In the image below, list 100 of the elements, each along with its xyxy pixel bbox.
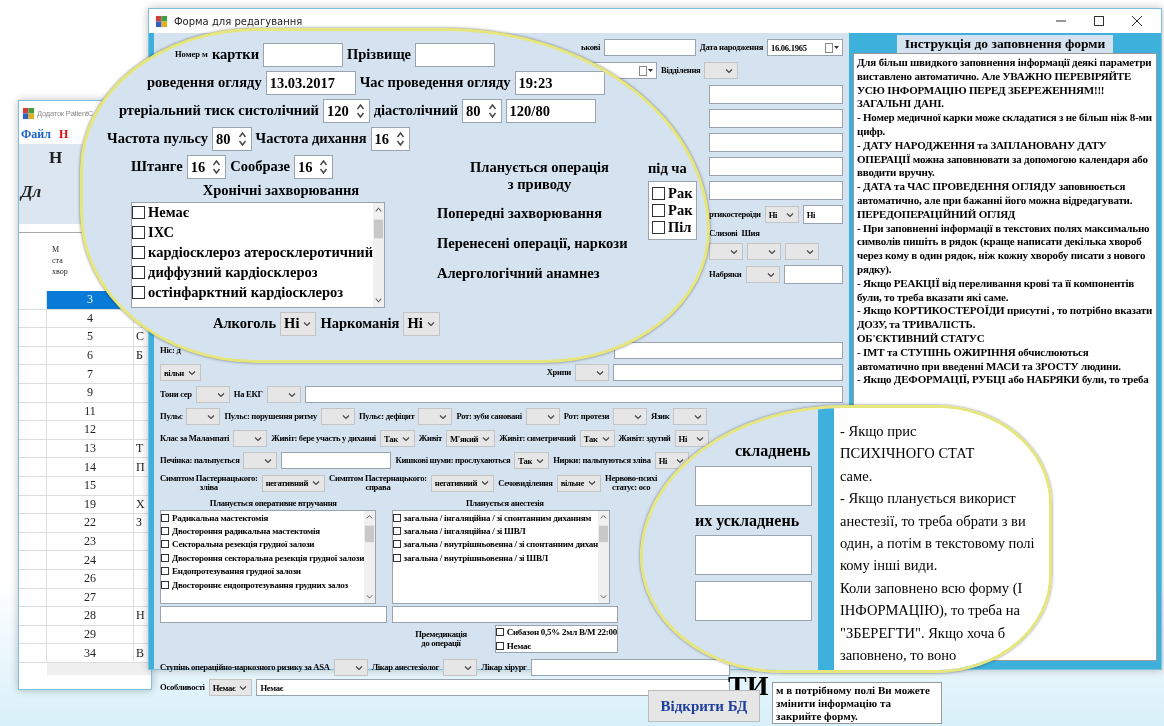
dropdown[interactable]: Так bbox=[514, 452, 550, 469]
checkbox-list[interactable]: Рак Рак Піл bbox=[648, 180, 697, 240]
instruction-text: анестезії, то треба обрати з ви bbox=[840, 511, 1027, 531]
field-label: Симптом Пастернацького: зліва bbox=[160, 474, 258, 493]
checkbox-label: Двостороння секторальна резекція грудної залози bbox=[172, 552, 365, 563]
dropdown[interactable]: Ні bbox=[403, 311, 440, 336]
checkbox-list[interactable]: Сибазон 0,5% 2мл В/М 22:00 Немає bbox=[494, 624, 618, 654]
checkbox-label: Секторальна резекція грудної залози bbox=[172, 539, 315, 550]
dropdown[interactable]: Ні bbox=[674, 430, 709, 447]
spin-field[interactable]: 16 bbox=[370, 127, 411, 151]
table-cell[interactable]: 7 bbox=[46, 365, 134, 383]
field-label: Сечовиділення bbox=[498, 478, 553, 489]
checkbox-list[interactable]: загальна / інгаляційна / зі спонтанним диханням загальна / інгаляційна / зі ШВЛ загальна / внутрішньовенна / зі спонтанним дихан загальна / внутрішньовенна / зі ШВЛ bbox=[391, 509, 610, 604]
dropdown[interactable]: вільне bbox=[556, 474, 601, 492]
section-heading: Планується операція з приводу bbox=[469, 159, 610, 193]
dropdown[interactable]: Ні bbox=[280, 311, 317, 336]
field-label: Слизові bbox=[709, 229, 738, 239]
text-area[interactable]: Ні bbox=[802, 205, 843, 224]
table-cell[interactable]: 14 bbox=[46, 458, 134, 476]
page-heading: Н bbox=[49, 148, 63, 168]
menu-item[interactable]: Файл bbox=[21, 127, 51, 142]
field-label: Алкоголь bbox=[213, 315, 277, 332]
field-label: Живіт: бере участь у диханні bbox=[271, 433, 376, 444]
instruction-text: - ДАТА та ЧАС ПРОВЕДЕННЯ ОГЛЯДУ заповнюється автоматично, але при бажанні його можна відредагувати. bbox=[857, 180, 1134, 208]
text-field[interactable]: 13.03.2017 bbox=[265, 71, 356, 95]
checkbox-label: Двостороннє ендопротезування грудних залоз bbox=[172, 579, 348, 590]
checkbox-label: кардіосклероз атеросклеротичний bbox=[148, 244, 373, 262]
dropdown[interactable]: Так bbox=[379, 430, 415, 447]
text-field[interactable]: 19:23 bbox=[514, 71, 605, 95]
window-title: Форма для редагування bbox=[174, 15, 303, 27]
instruction-text: - При заповненні інформації в текстових полях максимально символів пишіть в рядок (краще написати декілька хвороб через кому в один рядок, ніж кожну хворобу писати з нового рядку). bbox=[857, 221, 1151, 277]
spin-field[interactable]: 16 bbox=[186, 155, 227, 179]
dropdown[interactable]: негативний bbox=[261, 474, 326, 492]
text-field[interactable]: 120/80 bbox=[505, 99, 596, 123]
instruction-text: Коли заповнено всю форму (І bbox=[840, 578, 1024, 598]
checkbox-label: диффузний кардіосклероз bbox=[148, 264, 318, 282]
table-cell-text: Б bbox=[135, 347, 144, 365]
page-subheading: Дл bbox=[21, 182, 42, 202]
instruction-text: один, а потім в текстовому полі bbox=[840, 534, 1036, 554]
spin-field[interactable]: 80 bbox=[212, 127, 252, 151]
field-label: Ніс: д bbox=[160, 345, 181, 356]
section-heading: Планується оперативне втручання bbox=[208, 498, 338, 508]
spin-field[interactable]: 80 bbox=[462, 99, 502, 123]
checkbox-label: Двостороння радикальна мастектомія bbox=[172, 526, 320, 536]
checkbox-label: ІХС bbox=[148, 224, 175, 242]
table-cell[interactable]: 22 bbox=[46, 514, 134, 532]
dropdown[interactable]: негативний bbox=[430, 474, 495, 492]
table-cell[interactable]: 19 bbox=[46, 495, 134, 514]
field-label: роведення огляду bbox=[147, 75, 262, 91]
dropdown[interactable]: М'який bbox=[446, 430, 496, 447]
table-cell[interactable]: 27 bbox=[46, 588, 134, 607]
table-cell-text: В bbox=[135, 644, 145, 662]
field-label: картки bbox=[211, 47, 259, 63]
hint-text: м в потрібному полі Ви можете змінити інформацію та закрийте форму. bbox=[772, 682, 942, 724]
table-cell[interactable]: 29 bbox=[46, 625, 134, 644]
field-label: Особливості bbox=[160, 683, 205, 693]
table-cell[interactable]: 15 bbox=[46, 476, 134, 495]
instruction-text: ПСИХІЧНОГО СТАТ bbox=[840, 444, 976, 464]
checkbox-list[interactable]: Немає ІХС кардіосклероз атеросклеротичний диффузний кардіосклероз остінфарктний кардіосклероз bbox=[131, 201, 385, 308]
dropdown[interactable]: вільн bbox=[160, 364, 201, 381]
dropdown[interactable]: Немає bbox=[208, 679, 253, 697]
table-cell[interactable]: 11 bbox=[46, 402, 134, 421]
table-cell-text: Н bbox=[135, 607, 146, 625]
field-label: Прізвище bbox=[347, 47, 412, 63]
table-cell[interactable]: 23 bbox=[46, 532, 134, 551]
table-cell[interactable]: 26 bbox=[46, 569, 134, 588]
field-label: Пульс: порушення ритму bbox=[224, 411, 317, 422]
table-cell[interactable]: 34 bbox=[46, 644, 134, 662]
table-cell[interactable]: 12 bbox=[46, 421, 134, 439]
field-label: Хрипи bbox=[546, 367, 571, 378]
table-cell-text: Т bbox=[135, 440, 145, 458]
field-label: складнень bbox=[735, 442, 811, 460]
table-cell-text: Х bbox=[135, 495, 146, 513]
date-picker[interactable]: 16.06.1965 bbox=[767, 39, 843, 56]
instruction-text: саме. bbox=[840, 466, 874, 486]
field-label: ртеріальний тиск систолічний bbox=[119, 103, 319, 119]
spin-field[interactable]: 16 bbox=[293, 155, 334, 179]
dropdown[interactable]: Ні bbox=[654, 452, 689, 469]
open-database-button[interactable]: Відкрити БД bbox=[648, 690, 760, 722]
checkbox-label: Немає bbox=[148, 204, 190, 222]
table-cell[interactable]: 9 bbox=[46, 383, 134, 402]
table-cell[interactable]: 5 bbox=[46, 328, 134, 346]
table-cell[interactable]: 24 bbox=[46, 551, 134, 569]
spin-field[interactable]: 120 bbox=[322, 99, 370, 123]
dropdown[interactable]: Так bbox=[579, 430, 615, 447]
table-cell[interactable]: 28 bbox=[46, 607, 134, 625]
field-label: Рот: протези bbox=[563, 411, 610, 422]
field-label: ртикостероїди bbox=[709, 209, 761, 220]
field-label: Перенесені операції, наркози bbox=[437, 236, 628, 253]
table-cell-text: С bbox=[135, 328, 145, 346]
checkbox-label: загальна / інгаляційна / зі спонтанним диханням bbox=[403, 512, 592, 523]
instruction-text: - Якщо прис bbox=[840, 422, 918, 441]
table-cell[interactable]: 6 bbox=[46, 346, 134, 365]
field-label: Нервово-психі статус: осо bbox=[605, 474, 658, 493]
menu-item[interactable]: Н bbox=[58, 127, 69, 142]
table-cell[interactable]: 13 bbox=[46, 439, 134, 458]
column-header: М ста хвор bbox=[51, 244, 69, 278]
field-label: Рот: зуби сановані bbox=[456, 411, 522, 422]
dropdown[interactable]: Ні bbox=[764, 206, 799, 223]
field-label: діастолічний bbox=[373, 103, 459, 119]
